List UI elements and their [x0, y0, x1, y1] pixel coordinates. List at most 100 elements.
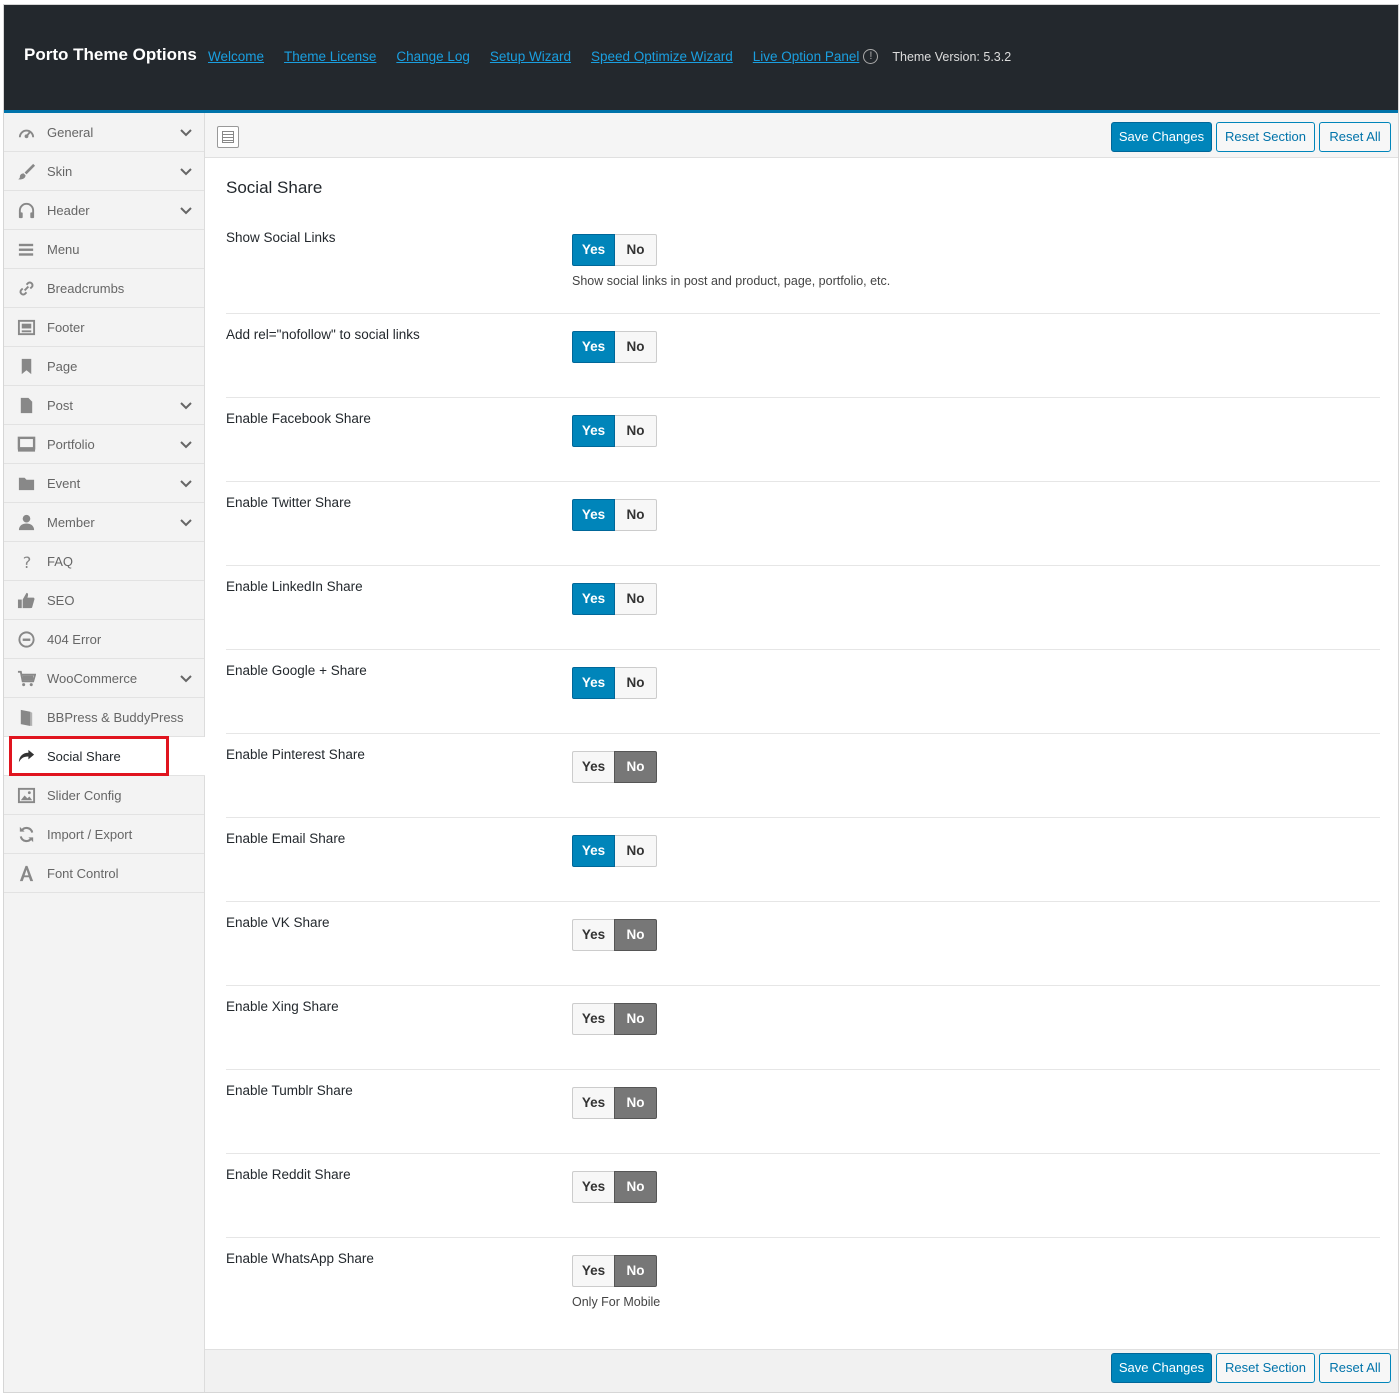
- link-change-log[interactable]: Change Log: [396, 49, 470, 64]
- chevron-down-icon[interactable]: [180, 516, 192, 528]
- option-description: Show social links in post and product, p…: [572, 274, 891, 288]
- sidebar-item-404-error[interactable]: 404 Error: [4, 620, 204, 659]
- reset-section-button[interactable]: Reset Section: [1216, 1353, 1315, 1383]
- font-icon: [17, 864, 36, 883]
- document-icon: [17, 396, 36, 415]
- main-panel: Save Changes Reset Section Reset All Soc…: [205, 113, 1398, 1392]
- sidebar-item-event[interactable]: Event: [4, 464, 204, 503]
- sidebar-item-menu[interactable]: Menu: [4, 230, 204, 269]
- toggle-yes-button[interactable]: Yes: [572, 1255, 614, 1287]
- chevron-down-icon[interactable]: [180, 126, 192, 138]
- expand-icon: [222, 131, 234, 143]
- sidebar-item-header[interactable]: Header: [4, 191, 204, 230]
- reset-all-button[interactable]: Reset All: [1319, 1353, 1391, 1383]
- toggle-no-button[interactable]: No: [614, 751, 657, 783]
- option-row-enable-google-share: Enable Google + Share Yes No: [226, 650, 1380, 734]
- sidebar-item-label: Import / Export: [47, 827, 133, 842]
- theme-version: Theme Version: 5.3.2: [892, 49, 1012, 64]
- reset-all-button[interactable]: Reset All: [1319, 122, 1391, 152]
- toggle-no-button[interactable]: No: [615, 835, 657, 867]
- toggle-yes-button[interactable]: Yes: [572, 1171, 614, 1203]
- chevron-down-icon[interactable]: [180, 438, 192, 450]
- link-theme-license[interactable]: Theme License: [284, 49, 376, 64]
- toggle-yes-button[interactable]: Yes: [572, 415, 615, 447]
- link-welcome[interactable]: Welcome: [208, 49, 264, 64]
- app-title: Porto Theme Options: [24, 45, 197, 64]
- save-changes-button[interactable]: Save Changes: [1111, 122, 1212, 152]
- toggle-no-button[interactable]: No: [614, 1087, 657, 1119]
- reset-section-button[interactable]: Reset Section: [1216, 122, 1315, 152]
- save-changes-button[interactable]: Save Changes: [1111, 1353, 1212, 1383]
- toggle-no-button[interactable]: No: [615, 415, 657, 447]
- option-label: Enable Facebook Share: [226, 411, 371, 426]
- expand-options-button[interactable]: [217, 126, 239, 148]
- toggle-yes-button[interactable]: Yes: [572, 234, 615, 266]
- sidebar-item-font-control[interactable]: Font Control: [4, 854, 204, 893]
- info-icon[interactable]: !: [863, 49, 879, 64]
- option-row-enable-reddit-share: Enable Reddit Share Yes No: [226, 1154, 1380, 1238]
- option-row-enable-vk-share: Enable VK Share Yes No: [226, 902, 1380, 986]
- sidebar-item-label: Portfolio: [47, 437, 95, 452]
- toggle-no-button[interactable]: No: [615, 234, 657, 266]
- footer-icon: [17, 318, 36, 337]
- bookmark-icon: [17, 357, 36, 376]
- sidebar-item-woocommerce[interactable]: WooCommerce: [4, 659, 204, 698]
- toggle-yes-button[interactable]: Yes: [572, 1003, 614, 1035]
- sidebar-item-portfolio[interactable]: Portfolio: [4, 425, 204, 464]
- option-row-enable-tumblr-share: Enable Tumblr Share Yes No: [226, 1070, 1380, 1154]
- sidebar-item-label: General: [47, 125, 94, 140]
- toggle-no-button[interactable]: No: [614, 1255, 657, 1287]
- toggle-yes-button[interactable]: Yes: [572, 331, 615, 363]
- toggle-yes-button[interactable]: Yes: [572, 1087, 614, 1119]
- sidebar-item-skin[interactable]: Skin: [4, 152, 204, 191]
- toggle-no-button[interactable]: No: [614, 1003, 657, 1035]
- toggle-no-button[interactable]: No: [615, 583, 657, 615]
- chevron-down-icon[interactable]: [180, 165, 192, 177]
- toggle-yes-button[interactable]: Yes: [572, 835, 615, 867]
- sidebar-item-label: Skin: [47, 164, 73, 179]
- toggle-yes-button[interactable]: Yes: [572, 583, 615, 615]
- sidebar-item-footer[interactable]: Footer: [4, 308, 204, 347]
- toggle-no-button[interactable]: No: [615, 667, 657, 699]
- sidebar-item-social-share[interactable]: Social Share: [4, 737, 205, 776]
- toggle-no-button[interactable]: No: [614, 1171, 657, 1203]
- sidebar-item-page[interactable]: Page: [4, 347, 204, 386]
- cart-icon: [17, 669, 37, 688]
- link-speed-optimize-wizard[interactable]: Speed Optimize Wizard: [591, 49, 733, 64]
- option-label: Enable Email Share: [226, 831, 346, 846]
- link-live-option-panel[interactable]: Live Option Panel: [753, 49, 860, 64]
- sidebar-item-member[interactable]: Member: [4, 503, 204, 542]
- sidebar-item-faq[interactable]: ? FAQ: [4, 542, 204, 581]
- sidebar-item-slider-config[interactable]: Slider Config: [4, 776, 204, 815]
- sidebar-item-label: Breadcrumbs: [47, 281, 125, 296]
- link-setup-wizard[interactable]: Setup Wizard: [490, 49, 571, 64]
- chevron-down-icon[interactable]: [180, 399, 192, 411]
- sidebar-item-seo[interactable]: SEO: [4, 581, 204, 620]
- chevron-down-icon[interactable]: [180, 672, 192, 684]
- chevron-down-icon[interactable]: [180, 477, 192, 489]
- brush-icon: [17, 162, 36, 181]
- option-label: Add rel="nofollow" to social links: [226, 327, 420, 342]
- folder-icon: [17, 474, 36, 493]
- sidebar-item-label: Event: [47, 476, 81, 491]
- chevron-down-icon[interactable]: [180, 204, 192, 216]
- toggle-yes-button[interactable]: Yes: [572, 751, 614, 783]
- option-row-enable-xing-share: Enable Xing Share Yes No: [226, 986, 1380, 1070]
- toggle-no-button[interactable]: No: [615, 499, 657, 531]
- sidebar-item-label: Social Share: [47, 749, 121, 764]
- toggle-yes-button[interactable]: Yes: [572, 919, 614, 951]
- book-icon: [17, 708, 36, 727]
- sidebar-item-bbpress-buddypress[interactable]: BBPress & BuddyPress: [4, 698, 204, 737]
- sidebar-item-post[interactable]: Post: [4, 386, 204, 425]
- sidebar-item-general[interactable]: General: [4, 113, 204, 152]
- sidebar-item-import-export[interactable]: Import / Export: [4, 815, 204, 854]
- option-label: Enable Pinterest Share: [226, 747, 365, 762]
- yes-no-toggle: Yes No: [572, 331, 657, 363]
- toggle-no-button[interactable]: No: [615, 331, 657, 363]
- svg-text:?: ?: [23, 553, 32, 571]
- toggle-no-button[interactable]: No: [614, 919, 657, 951]
- toggle-yes-button[interactable]: Yes: [572, 667, 615, 699]
- toggle-yes-button[interactable]: Yes: [572, 499, 615, 531]
- option-label: Enable Reddit Share: [226, 1167, 351, 1182]
- sidebar-item-breadcrumbs[interactable]: Breadcrumbs: [4, 269, 204, 308]
